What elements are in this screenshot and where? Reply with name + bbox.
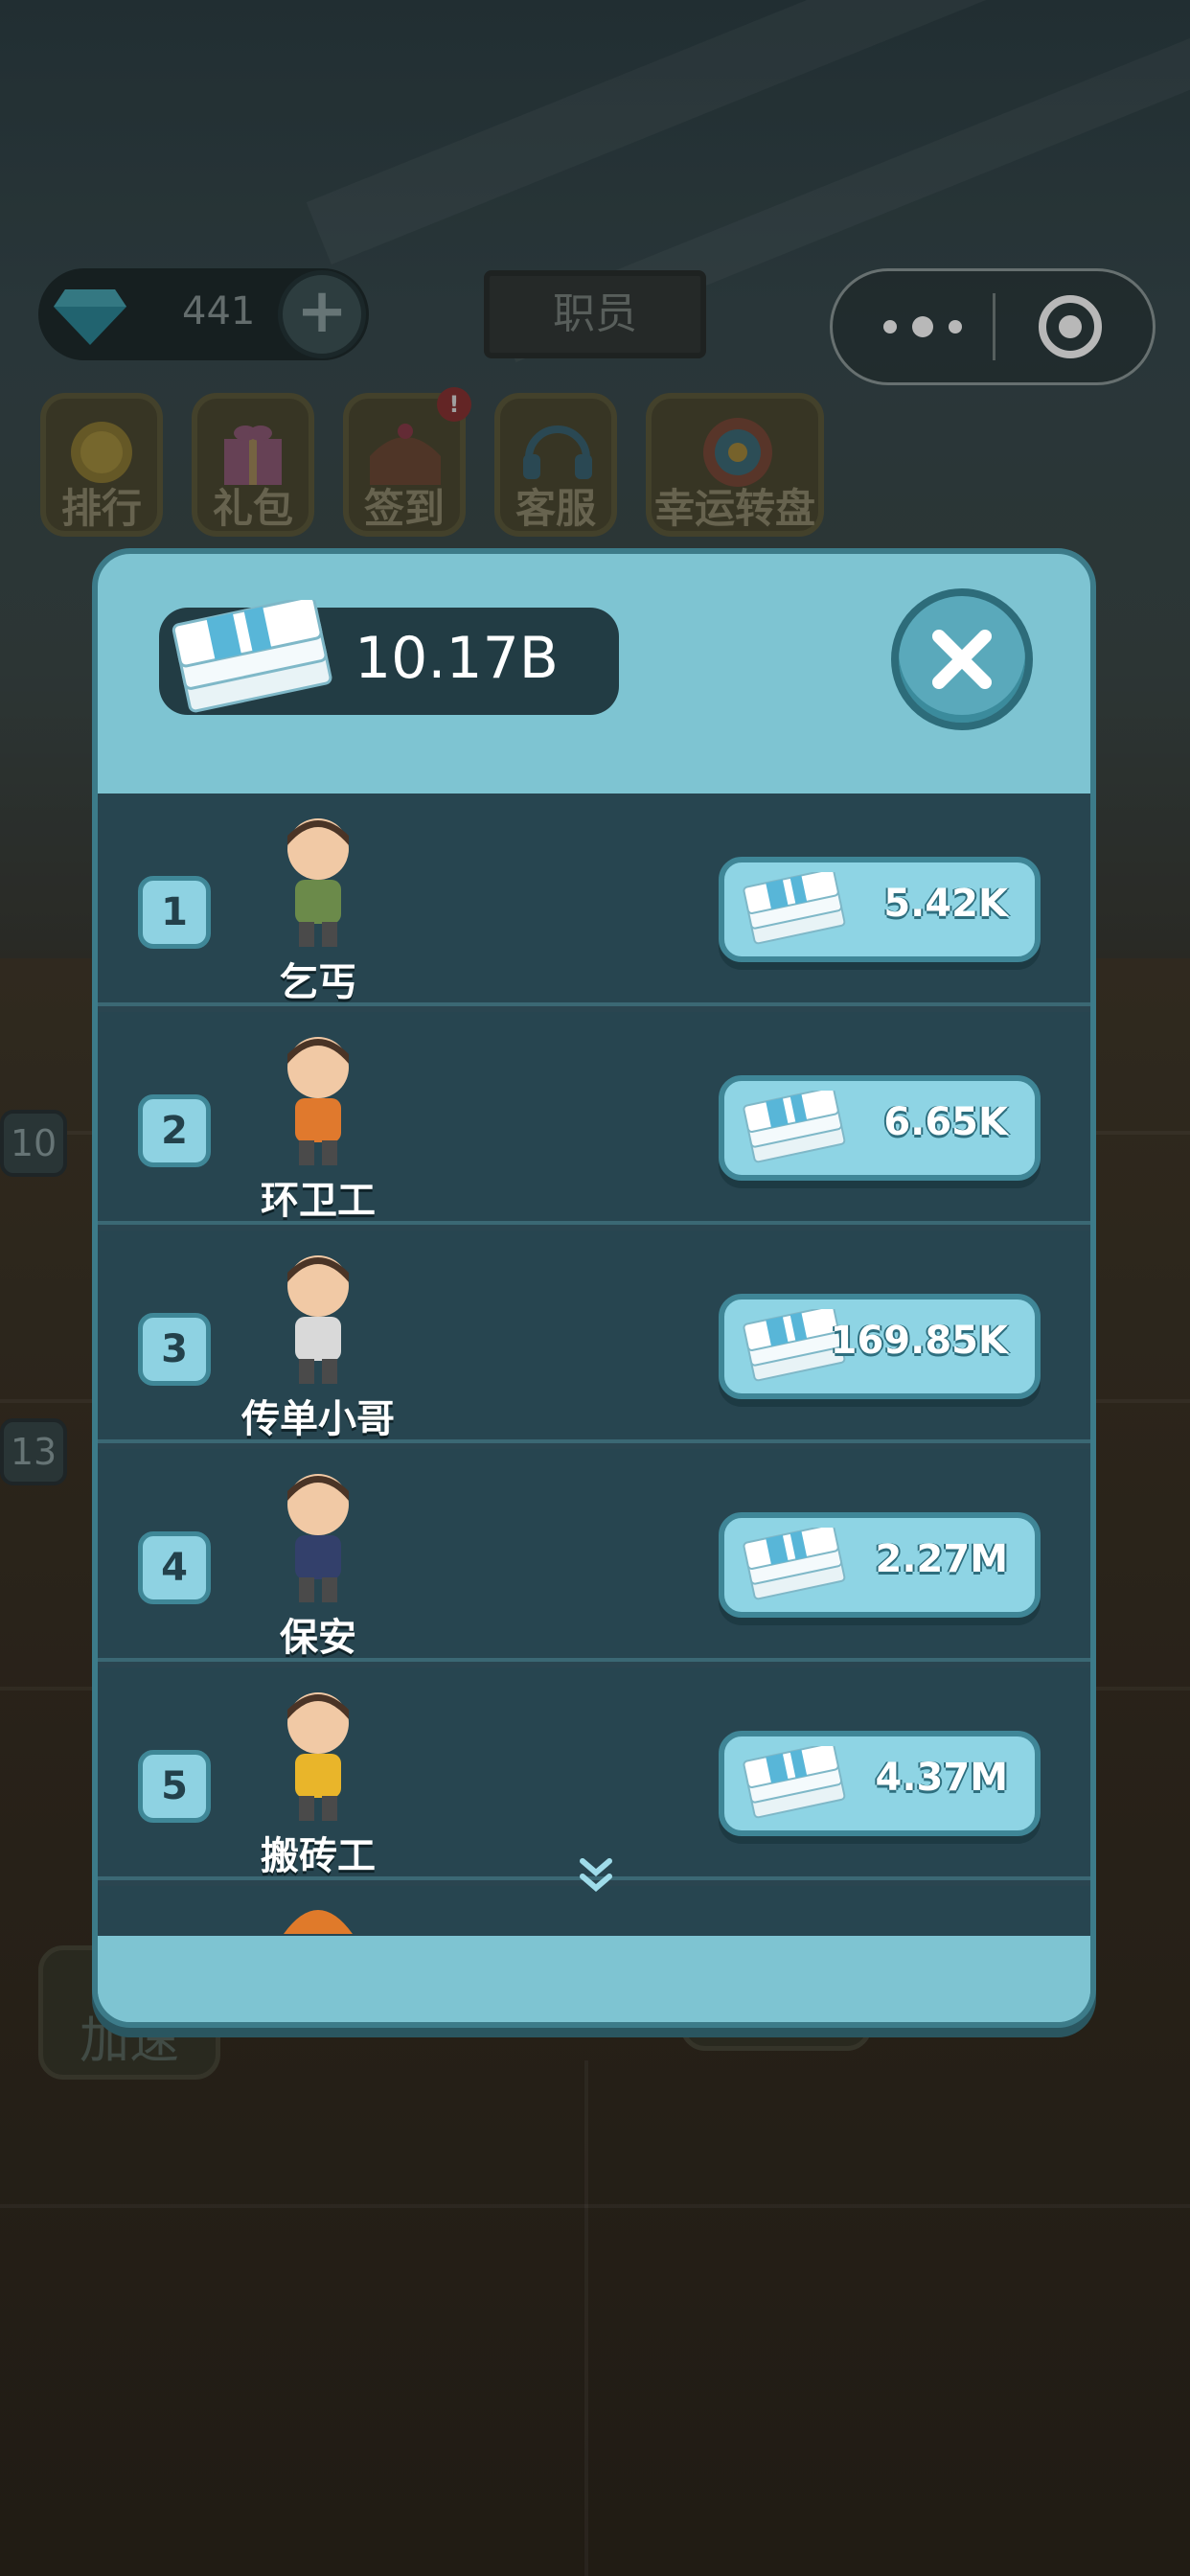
worker-avatar-icon: [287, 1692, 349, 1821]
hire-price: 4.37M: [875, 1756, 1009, 1800]
modal-footer: [98, 1936, 1090, 2022]
hire-price: 2.27M: [875, 1537, 1009, 1581]
worker-name: 乞丐: [280, 960, 356, 1004]
rank-badge: 2: [138, 1094, 211, 1167]
close-button[interactable]: [891, 588, 1033, 730]
cash-stack-icon: [736, 1087, 851, 1169]
cash-stack-icon: [736, 1742, 851, 1825]
worker-clothes: [295, 1317, 341, 1361]
worker-row: 4 保安 2.27M: [98, 1449, 1090, 1662]
worker-row: 3 传单小哥 169.85K: [98, 1230, 1090, 1443]
worker-row: 5 搬砖工 4.37M: [98, 1668, 1090, 1880]
worker-name: 环卫工: [261, 1179, 376, 1223]
worker-avatar-icon: [287, 1474, 349, 1602]
close-icon: [932, 630, 992, 689]
hire-button[interactable]: 2.27M: [719, 1512, 1041, 1618]
scroll-down-icon[interactable]: [569, 1850, 623, 1903]
rank-badge: 5: [138, 1750, 211, 1823]
worker-avatar-icon: [287, 1255, 349, 1384]
hire-price: 5.42K: [883, 882, 1008, 926]
worker-name: 搬砖工: [261, 1834, 376, 1878]
cash-stack-icon: [172, 600, 332, 713]
worker-avatar-icon: [287, 1037, 349, 1165]
worker-clothes: [295, 1754, 341, 1798]
cash-stack-icon: [736, 868, 851, 951]
hire-button[interactable]: 4.37M: [719, 1731, 1041, 1836]
worker-name: 传单小哥: [241, 1397, 395, 1441]
hire-button[interactable]: 169.85K: [719, 1294, 1041, 1399]
rank-badge: 4: [138, 1531, 211, 1604]
cash-value: 10.17B: [355, 625, 559, 692]
worker-clothes: [295, 1535, 341, 1579]
hire-button[interactable]: 6.65K: [719, 1075, 1041, 1181]
hire-button[interactable]: 5.42K: [719, 857, 1041, 962]
worker-avatar-icon: [287, 818, 349, 947]
worker-row: 1 乞丐 5.42K: [98, 794, 1090, 1006]
rank-badge: 3: [138, 1313, 211, 1386]
rank-badge: 1: [138, 876, 211, 949]
worker-avatar-icon: [284, 1910, 353, 1934]
worker-clothes: [295, 880, 341, 924]
worker-name: 保安: [280, 1616, 356, 1660]
worker-row: 2 环卫工 6.65K: [98, 1012, 1090, 1225]
hire-price: 169.85K: [830, 1319, 1008, 1363]
hire-price: 6.65K: [883, 1100, 1008, 1144]
worker-list[interactable]: 1 乞丐 5.42K 2 环卫工 6.65K 3 传单小哥 169.85K 4 保安 2.27M 5 搬砖…: [98, 794, 1090, 1936]
worker-clothes: [295, 1098, 341, 1142]
cash-stack-icon: [736, 1524, 851, 1606]
